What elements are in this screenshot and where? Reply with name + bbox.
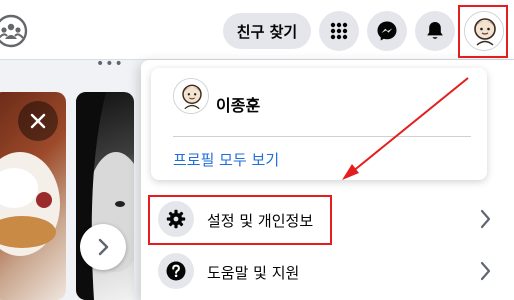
find-friends-button[interactable]: 친구 찾기 <box>223 13 311 49</box>
menu-item-settings-privacy[interactable]: 설정 및 개인정보 <box>149 198 501 244</box>
bell-icon <box>425 20 445 42</box>
messenger-button[interactable] <box>367 11 407 51</box>
chevron-right-icon <box>95 237 111 257</box>
see-all-profiles-link[interactable]: 프로필 모두 보기 <box>173 149 279 170</box>
menu-button[interactable] <box>319 11 359 51</box>
menu-item-label: 도움말 및 지원 <box>207 264 300 282</box>
menu-item-label: 설정 및 개인정보 <box>207 212 314 230</box>
top-navigation-bar: 친구 찾기 <box>0 0 514 60</box>
chevron-right-icon <box>475 206 495 232</box>
help-icon-circle <box>158 253 194 289</box>
close-button[interactable] <box>18 101 58 141</box>
grid-menu-icon <box>329 21 349 41</box>
divider <box>173 136 471 137</box>
groups-icon[interactable] <box>0 14 28 48</box>
account-button[interactable] <box>464 11 504 51</box>
close-icon <box>29 112 47 130</box>
more-options-icon[interactable]: ••• <box>96 56 124 72</box>
gear-icon <box>166 209 186 229</box>
notifications-button[interactable] <box>415 11 455 51</box>
settings-icon-circle <box>158 201 194 237</box>
profile-card-avatar[interactable] <box>173 78 209 114</box>
chevron-right-icon <box>475 258 495 284</box>
profile-avatar-icon <box>465 12 503 50</box>
menu-item-help-support[interactable]: 도움말 및 지원 <box>149 250 501 296</box>
profile-avatar-icon <box>174 79 208 113</box>
question-icon <box>166 261 186 281</box>
next-story-button[interactable] <box>80 224 126 270</box>
profile-name[interactable]: 이종훈 <box>216 92 260 116</box>
messenger-icon <box>376 20 398 42</box>
